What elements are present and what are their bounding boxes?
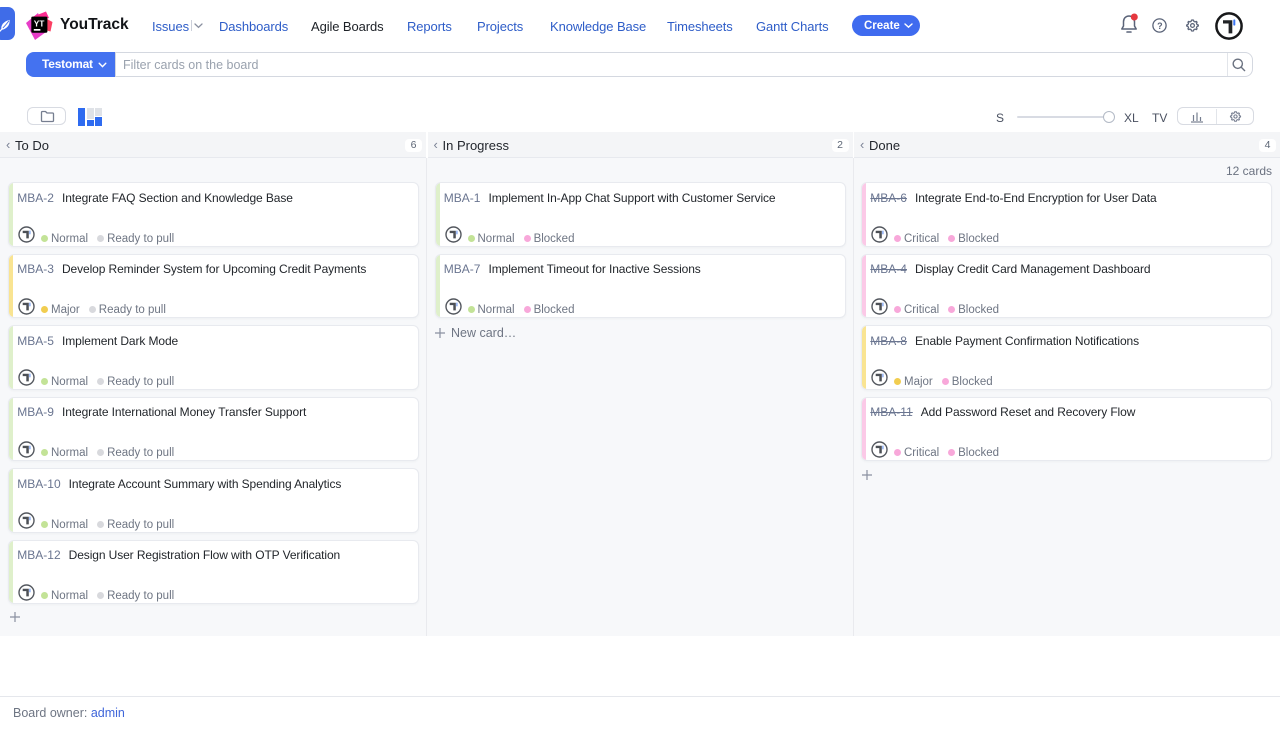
svg-text:?: ? bbox=[1157, 21, 1163, 31]
svg-text:YT: YT bbox=[34, 18, 46, 28]
